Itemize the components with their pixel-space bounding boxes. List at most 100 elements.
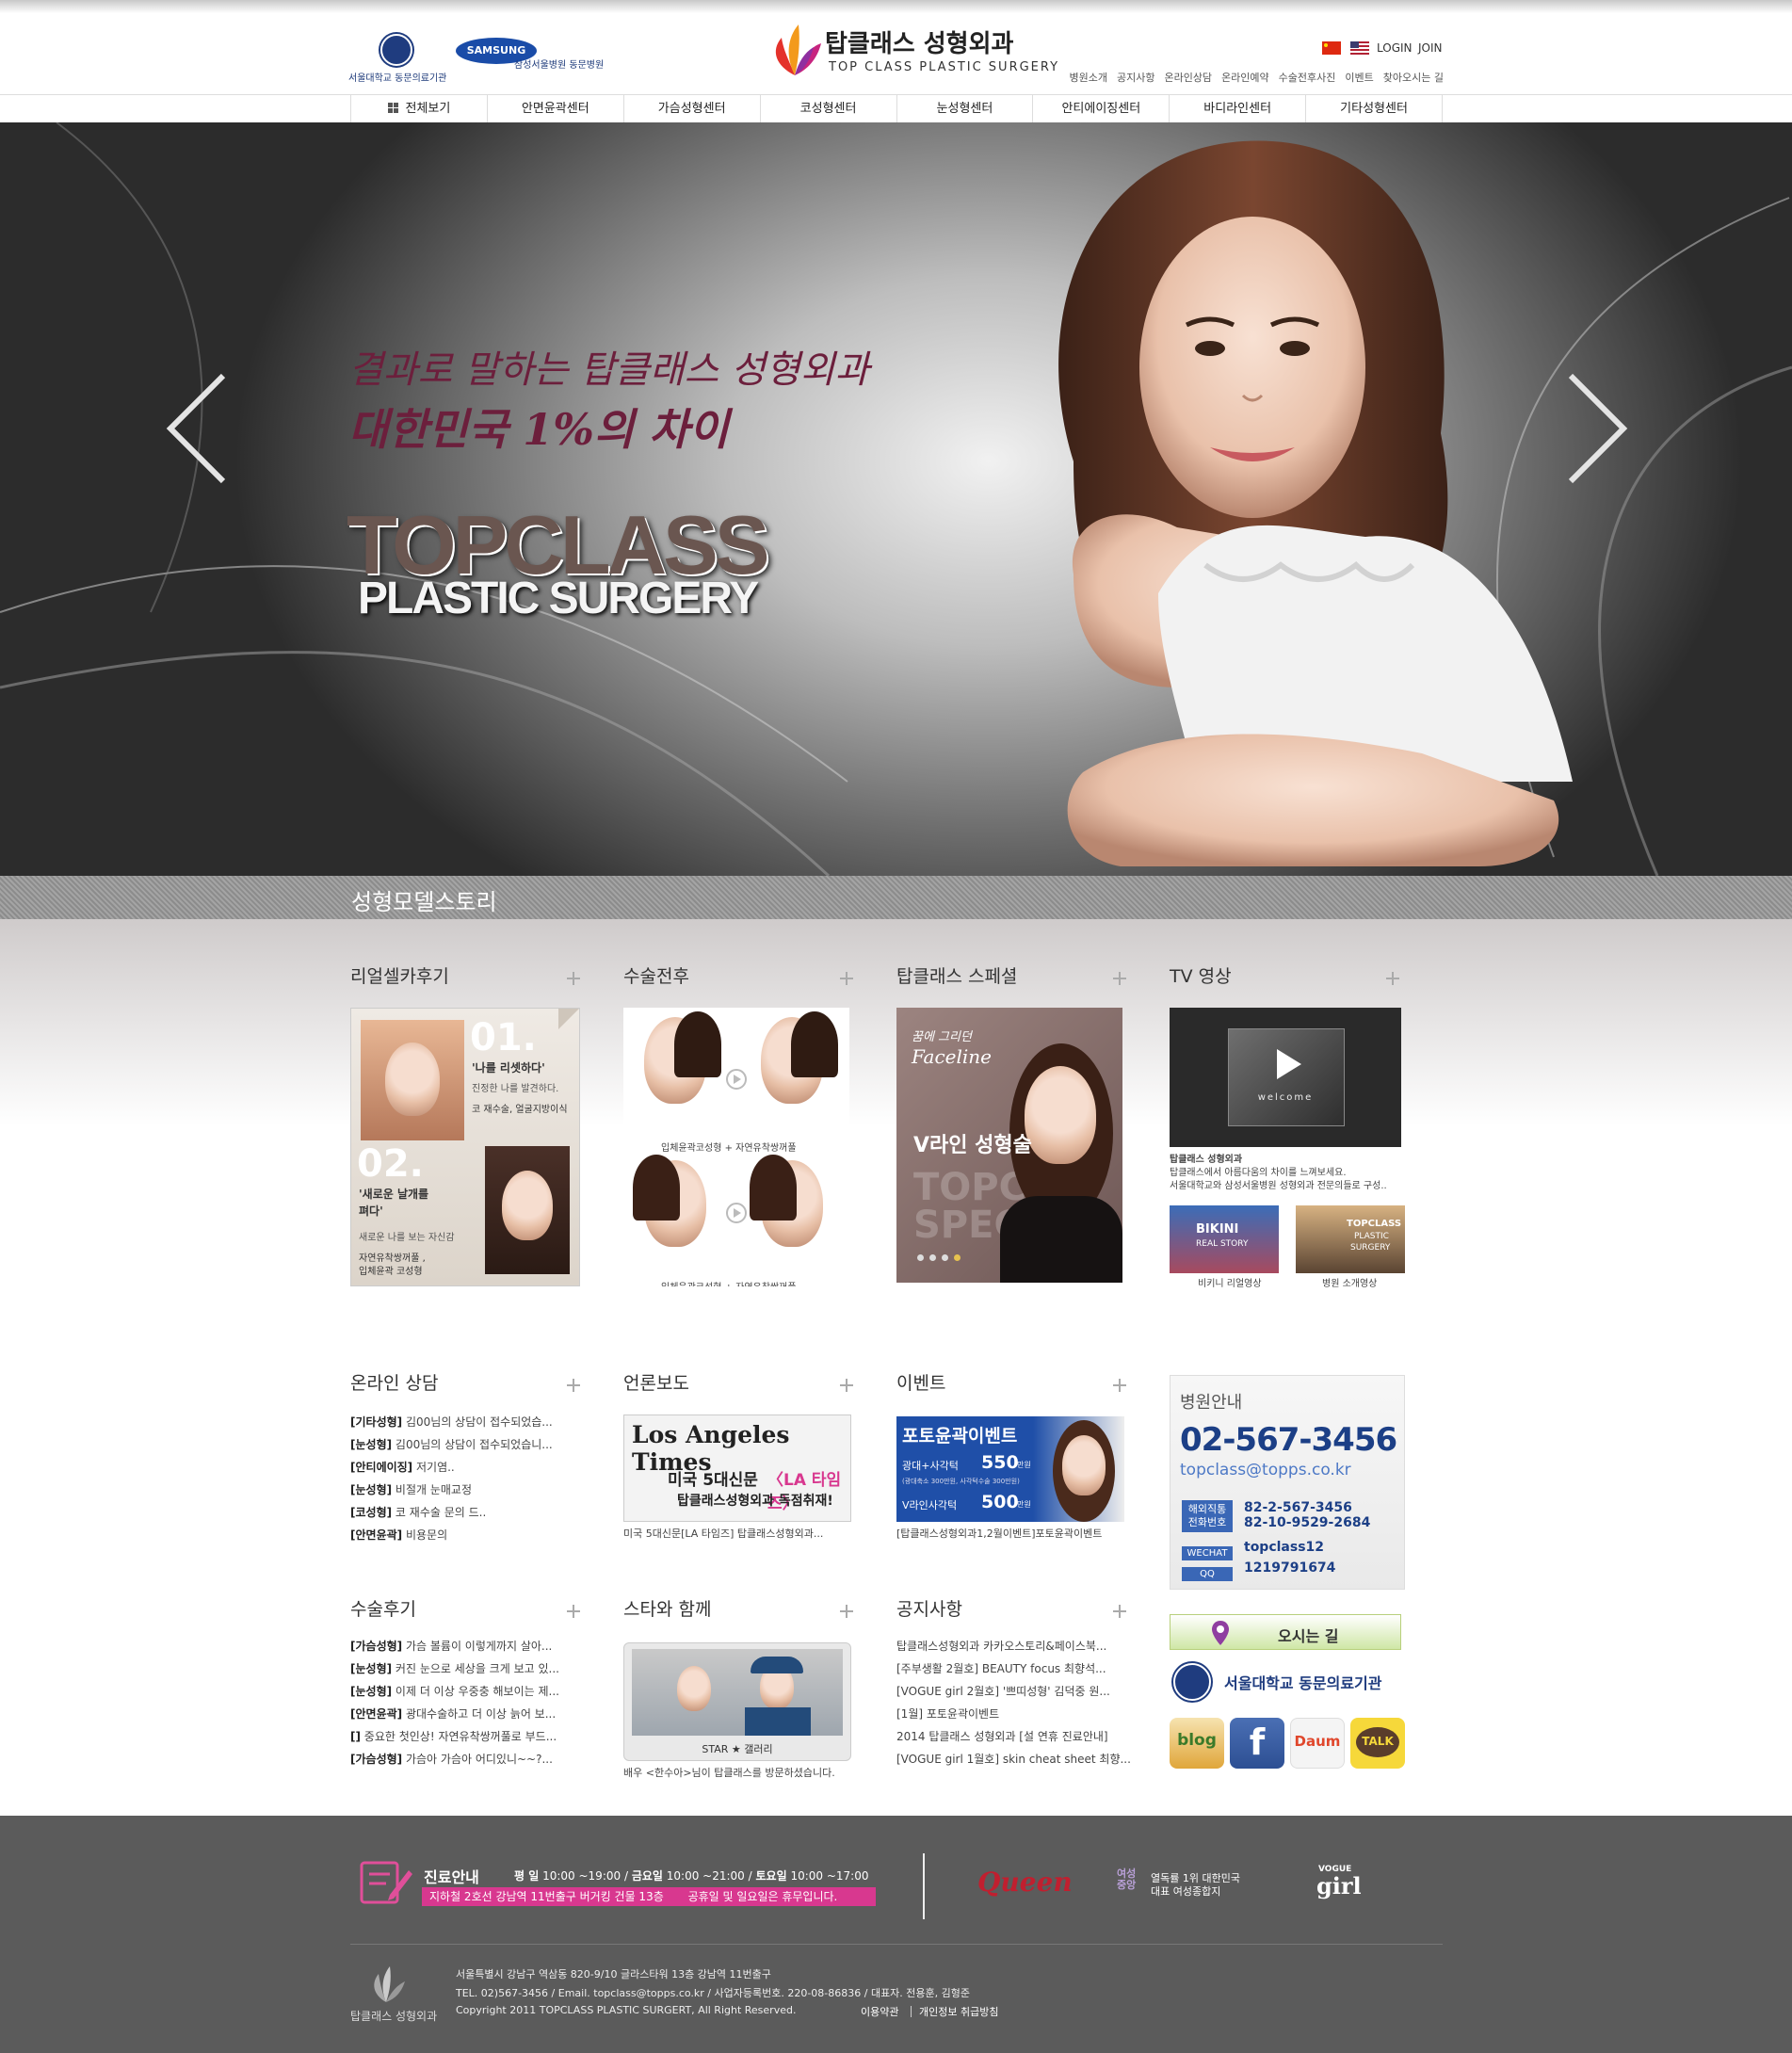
more-plus-icon[interactable] xyxy=(567,972,580,985)
model-story-bar[interactable]: 성형모델스토리 xyxy=(0,876,1792,919)
list-item[interactable]: [눈성형] 이제 더 이상 우중충 해보이는 제... xyxy=(350,1680,586,1703)
star-caption[interactable]: 배우 <한수아>님이 탑클래스를 방문하셨습니다. xyxy=(623,1765,835,1780)
event-caption[interactable]: [탑클래스성형외과1,2월이벤트]포토윤곽이벤트 xyxy=(896,1526,1102,1541)
util-menu-item[interactable]: 찾아오시는 길 xyxy=(1383,70,1444,85)
selfie-card[interactable]: 01. '나를 리셋하다' 진정한 나를 발견하다. 코 재수술, 얼굴지방이식… xyxy=(350,1008,580,1286)
woman-jungang-logo[interactable]: 여성중앙 xyxy=(1117,1868,1143,1891)
nav-etc[interactable]: 기타성형센터 xyxy=(1305,95,1443,123)
more-plus-icon[interactable] xyxy=(1113,1379,1126,1392)
nav-facial[interactable]: 안면윤곽센터 xyxy=(486,95,623,123)
list-item[interactable]: 2014 탑클래스 성형외과 [설 연휴 진료안내] xyxy=(896,1725,1132,1748)
more-plus-icon[interactable] xyxy=(1113,972,1126,985)
nav-all[interactable]: 전체보기 xyxy=(350,95,487,123)
more-plus-icon[interactable] xyxy=(567,1605,580,1618)
panel-title-selfie[interactable]: 리얼셀카후기 xyxy=(350,962,449,988)
terms-link[interactable]: 이용약관 xyxy=(861,2004,898,2019)
logo-title[interactable]: 탑클래스 성형외과 xyxy=(825,24,1013,59)
util-menu-item[interactable]: 수술전후사진 xyxy=(1279,70,1336,85)
nav-antiaging[interactable]: 안티에이징센터 xyxy=(1032,95,1169,123)
list-item[interactable]: [눈성형] 김00님의 상담이 접수되었습니... xyxy=(350,1433,586,1456)
queen-logo[interactable]: Queen xyxy=(977,1867,1073,1898)
more-plus-icon[interactable] xyxy=(840,972,853,985)
info-email[interactable]: topclass@topps.co.kr xyxy=(1180,1461,1351,1479)
special-banner[interactable]: 꿈에 그리던 Faceline TOPC SPEC V라인 성형술 xyxy=(896,1008,1122,1283)
util-menu-item[interactable]: 온라인예약 xyxy=(1221,70,1269,85)
event-banner[interactable]: 포토윤곽이벤트 광대+사각턱 550 만원 (광대축소 300만원, 사각턱수술… xyxy=(896,1416,1124,1522)
hero-slogan-1: 결과로 말하는 탑클래스 성형외과 xyxy=(348,348,870,392)
nav-eye[interactable]: 눈성형센터 xyxy=(896,95,1033,123)
list-item[interactable]: [눈성형] 비절개 눈매교정 xyxy=(350,1479,586,1501)
more-plus-icon[interactable] xyxy=(1386,972,1399,985)
list-item[interactable]: 탑클래스성형외과 카카오스토리&페이스북... xyxy=(896,1635,1132,1657)
list-item[interactable]: [안면윤곽] 광대수술하고 더 이상 늙어 보... xyxy=(350,1703,586,1725)
pager-dot[interactable] xyxy=(942,1254,948,1261)
facebook-button[interactable]: f xyxy=(1230,1718,1284,1769)
logo-flower-icon[interactable] xyxy=(767,19,823,79)
intl-phone-2[interactable]: 82-10-9529-2684 xyxy=(1244,1515,1370,1530)
panel-title-consult[interactable]: 온라인 상담 xyxy=(350,1369,438,1395)
beforeafter-card[interactable]: 입체윤곽코성형 + 자연유착쌍꺼풀 입체윤곽코성형 + 자연유착쌍꺼풀 xyxy=(623,1008,849,1286)
list-item[interactable]: [눈성형] 커진 눈으로 세상을 크게 보고 있... xyxy=(350,1657,586,1680)
usa-flag-icon[interactable] xyxy=(1350,41,1369,55)
list-item[interactable]: [안면윤곽] 비용문의 xyxy=(350,1524,586,1546)
panel-title-beforeafter[interactable]: 수술전후 xyxy=(623,962,689,988)
hero-prev-arrow-icon[interactable] xyxy=(165,372,231,485)
list-item[interactable]: [VOGUE girl 2월호] '쁘띠성형' 김덕중 원... xyxy=(896,1680,1132,1703)
join-link[interactable]: JOIN xyxy=(1418,41,1443,55)
snu-badge[interactable]: 서울대학교 동문의료기관 xyxy=(1170,1657,1405,1703)
vogue-girl-logo[interactable]: girl xyxy=(1316,1872,1362,1899)
nav-nose[interactable]: 코성형센터 xyxy=(759,95,896,123)
special-pager[interactable] xyxy=(917,1254,961,1261)
more-plus-icon[interactable] xyxy=(840,1605,853,1618)
util-menu-item[interactable]: 공지사항 xyxy=(1117,70,1154,85)
panel-title-event[interactable]: 이벤트 xyxy=(896,1369,945,1395)
daum-button[interactable]: Daum xyxy=(1290,1718,1345,1769)
blog-button[interactable]: blog xyxy=(1170,1718,1224,1769)
pager-dot[interactable] xyxy=(917,1254,924,1261)
pager-dot[interactable] xyxy=(929,1254,936,1261)
event-price1: 550 xyxy=(981,1452,1019,1473)
list-item[interactable]: [가슴성형] 가슴 볼륨이 이렇게까지 살아... xyxy=(350,1635,586,1657)
star-gallery-card[interactable]: STAR ★ 갤러리 xyxy=(623,1642,851,1761)
util-menu-item[interactable]: 온라인상담 xyxy=(1164,70,1212,85)
china-flag-icon[interactable] xyxy=(1322,41,1341,55)
panel-title-tv[interactable]: TV 영상 xyxy=(1170,962,1232,988)
panel-title-press[interactable]: 언론보도 xyxy=(623,1369,689,1395)
event-price2: 500 xyxy=(981,1492,1019,1512)
kakaotalk-button[interactable]: TALK xyxy=(1350,1718,1405,1769)
pager-dot-active[interactable] xyxy=(954,1254,961,1261)
thumb-text: REAL STORY xyxy=(1196,1239,1249,1249)
nav-body[interactable]: 바디라인센터 xyxy=(1169,95,1305,123)
privacy-link[interactable]: 개인정보 취급방침 xyxy=(919,2004,998,2019)
tv-thumb-hospital[interactable]: TOPCLASS PLASTIC SURGERY xyxy=(1296,1205,1405,1273)
info-phone[interactable]: 02-567-3456 xyxy=(1180,1421,1397,1459)
list-item[interactable]: [VOGUE girl 1월호] skin cheat sheet 최향... xyxy=(896,1748,1132,1770)
login-link[interactable]: LOGIN xyxy=(1377,41,1413,55)
list-item[interactable]: [] 중요한 첫인상! 자연유착쌍꺼풀로 부드... xyxy=(350,1725,586,1748)
tv-video-player[interactable]: welcome xyxy=(1170,1008,1401,1147)
panel-title-star[interactable]: 스타와 함께 xyxy=(623,1595,711,1621)
list-item[interactable]: [안티에이징] 저기염.. xyxy=(350,1456,586,1479)
nav-breast[interactable]: 가슴성형센터 xyxy=(622,95,760,123)
util-menu-item[interactable]: 이벤트 xyxy=(1345,70,1373,85)
list-item[interactable]: [코성형] 코 재수술 문의 드.. xyxy=(350,1501,586,1524)
util-menu-item[interactable]: 병원소개 xyxy=(1069,70,1106,85)
directions-button[interactable]: 오시는 길 xyxy=(1170,1614,1401,1650)
panel-title-review[interactable]: 수술후기 xyxy=(350,1595,416,1621)
panel-title-special[interactable]: 탑클래스 스페셜 xyxy=(896,962,1017,988)
press-banner[interactable]: Los Angeles Times 미국 5대신문 〈LA 타임즈〉 탑클래스성… xyxy=(623,1414,851,1522)
hero-subtitle: PLASTIC SURGERY xyxy=(358,574,759,623)
press-caption[interactable]: 미국 5대신문[LA 타임즈] 탑클래스성형외과... xyxy=(623,1526,823,1541)
list-item[interactable]: [가슴성형] 가슴아 가슴아 어디있니~~?... xyxy=(350,1748,586,1770)
model-story-label: 성형모델스토리 xyxy=(351,889,497,915)
list-item[interactable]: [주부생활 2월호] BEAUTY focus 최향석... xyxy=(896,1657,1132,1680)
more-plus-icon[interactable] xyxy=(840,1379,853,1392)
more-plus-icon[interactable] xyxy=(567,1379,580,1392)
play-icon[interactable] xyxy=(1267,1045,1305,1083)
list-item[interactable]: [1월] 포토윤곽이벤트 xyxy=(896,1703,1132,1725)
intl-phone-1[interactable]: 82-2-567-3456 xyxy=(1244,1500,1352,1515)
tv-thumb-bikini[interactable]: BIKINI REAL STORY xyxy=(1170,1205,1279,1273)
more-plus-icon[interactable] xyxy=(1113,1605,1126,1618)
list-item[interactable]: [기타성형] 김00님의 상담이 접수되었습... xyxy=(350,1411,586,1433)
panel-title-notice[interactable]: 공지사항 xyxy=(896,1595,962,1621)
